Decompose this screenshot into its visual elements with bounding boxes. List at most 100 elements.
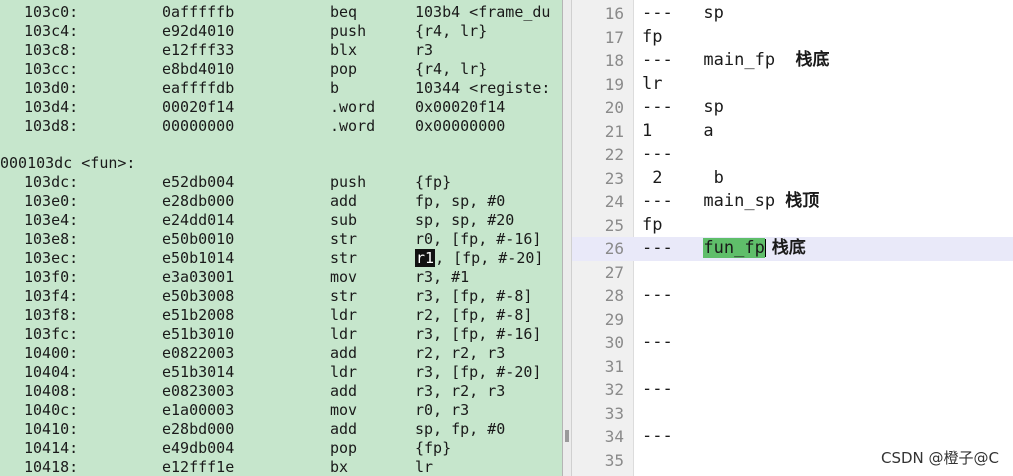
asm-row: 103e8: e50b0010 str r0, [fp, #-16] [0, 230, 562, 249]
asm-hex: e50b1014 [162, 249, 235, 267]
editor-line[interactable]: 29 [572, 308, 1013, 332]
pane-splitter[interactable] [562, 0, 572, 476]
asm-operands: r2, r2, r3 [415, 344, 506, 362]
asm-row: 103c8: e12fff33 blx r3 [0, 41, 562, 60]
asm-hex: e28bd000 [162, 420, 235, 438]
selected-text[interactable]: fun_fp [703, 238, 765, 258]
line-number: 19 [604, 74, 624, 94]
asm-row: 103d0: eaffffdb b 10344 <registe: [0, 79, 562, 98]
editor-line[interactable]: 23 2 b [572, 167, 1013, 191]
line-number: 28 [604, 286, 624, 305]
asm-address: 103c4: [24, 22, 79, 40]
asm-operands: sp, fp, #0 [415, 420, 506, 438]
asm-operands: r3, [fp, #-20] [415, 363, 542, 381]
line-text[interactable]: 1 a [642, 120, 714, 144]
asm-operands: {fp} [415, 173, 452, 191]
asm-row: 10414: e49db004 pop {fp} [0, 439, 562, 458]
asm-hex: e51b2008 [162, 306, 235, 324]
asm-operands: r1, [fp, #-20] [415, 249, 543, 268]
editor-line[interactable]: 18 --- main_fp 栈底 [572, 49, 1013, 73]
editor-line[interactable]: 33 [572, 402, 1013, 426]
asm-operands: 0x00000000 [415, 117, 506, 135]
asm-mnemonic: ldr [330, 363, 358, 381]
asm-hex: e50b0010 [162, 230, 235, 248]
editor-line[interactable]: 20 --- sp [572, 96, 1013, 120]
editor-line[interactable]: 32 --- [572, 378, 1013, 402]
editor-line[interactable]: 21 1 a [572, 120, 1013, 144]
line-text[interactable]: --- sp [642, 96, 724, 120]
asm-hex: e52db004 [162, 173, 235, 191]
editor-line-current[interactable]: 26 --- fun_fp 栈底 [572, 237, 1013, 261]
asm-mnemonic: ldr [330, 306, 358, 324]
editor-line[interactable]: 31 [572, 355, 1013, 379]
editor-line[interactable]: 19 lr [572, 73, 1013, 97]
asm-hex: e92d4010 [162, 22, 235, 40]
asm-mnemonic: b [330, 79, 340, 97]
line-text[interactable]: --- [642, 284, 673, 308]
asm-mnemonic: blx [330, 41, 358, 59]
asm-mnemonic: str [330, 249, 358, 267]
asm-address: 10404: [24, 363, 79, 381]
line-text[interactable]: --- fun_fp 栈底 [642, 237, 806, 261]
asm-mnemonic: sub [330, 211, 358, 229]
asm-hex: e0823003 [162, 382, 235, 400]
editor-line[interactable]: 30 --- [572, 331, 1013, 355]
function-label: 000103dc <fun>: [0, 154, 562, 173]
line-number: 23 [604, 168, 624, 188]
asm-address: 103c0: [24, 3, 79, 21]
asm-row: 103f4: e50b3008 str r3, [fp, #-8] [0, 287, 562, 306]
asm-row: 103c0: 0afffffb beq 103b4 <frame_du [0, 3, 562, 22]
line-text[interactable]: --- sp [642, 2, 724, 26]
asm-row: 103c4: e92d4010 push {r4, lr} [0, 22, 562, 41]
asm-row: 103fc: e51b3010 ldr r3, [fp, #-16] [0, 325, 562, 344]
asm-address: 103e4: [24, 211, 79, 229]
line-text[interactable]: --- [642, 143, 673, 167]
asm-mnemonic: str [330, 230, 358, 248]
asm-mnemonic: add [330, 420, 358, 438]
asm-mnemonic: push [330, 173, 367, 191]
line-text[interactable]: --- [642, 378, 673, 402]
asm-operands: r3, [fp, #-8] [415, 287, 533, 305]
line-text[interactable]: --- main_sp 栈顶 [642, 190, 819, 214]
line-text[interactable]: 2 b [642, 167, 724, 191]
line-text[interactable]: --- [642, 425, 673, 449]
editor-line[interactable]: 17 fp [572, 26, 1013, 50]
editor-line[interactable]: 27 [572, 261, 1013, 285]
line-text[interactable]: --- [642, 331, 673, 355]
editor-line[interactable]: 25 fp [572, 214, 1013, 238]
watermark: CSDN @橙子@C [880, 449, 999, 467]
editor-line[interactable]: 22 --- [572, 143, 1013, 167]
asm-operands: r3, [fp, #-16] [415, 325, 542, 343]
line-number: 34 [604, 427, 624, 446]
asm-address: 10408: [24, 382, 79, 400]
editor-line[interactable]: 34 --- [572, 425, 1013, 449]
asm-row: 10400: e0822003 add r2, r2, r3 [0, 344, 562, 363]
text-editor-pane[interactable]: 16 --- sp 17 fp 18 --- main_fp 栈底 19 lr … [572, 0, 1013, 476]
asm-row: 103dc: e52db004 push {fp} [0, 173, 562, 192]
line-text[interactable]: --- main_fp 栈底 [642, 49, 830, 73]
asm-hex: e0822003 [162, 344, 235, 362]
asm-mnemonic: add [330, 382, 358, 400]
line-number: 27 [604, 262, 624, 282]
splitter-grip[interactable] [565, 430, 569, 442]
asm-hex: 0afffffb [162, 3, 235, 21]
selected-register[interactable]: r1 [415, 249, 436, 267]
asm-hex: e24dd014 [162, 211, 235, 229]
line-text[interactable]: lr [642, 73, 662, 97]
asm-operands: 103b4 <frame_du [415, 3, 551, 21]
editor-line[interactable]: 24 --- main_sp 栈顶 [572, 190, 1013, 214]
editor-line[interactable]: 16 --- sp [572, 2, 1013, 26]
line-text-code: --- main_fp [642, 50, 796, 70]
asm-operands: {r4, lr} [415, 22, 488, 40]
line-text[interactable]: fp [642, 214, 662, 238]
asm-address: 1040c: [24, 401, 79, 419]
line-text[interactable]: fp [642, 26, 662, 50]
asm-address: 103cc: [24, 60, 79, 78]
asm-row: 10410: e28bd000 add sp, fp, #0 [0, 420, 562, 439]
asm-hex: e8bd4010 [162, 60, 235, 78]
asm-row: 10418: e12fff1e bx lr [0, 458, 562, 476]
asm-row: 103d8: 00000000 .word 0x00000000 [0, 117, 562, 136]
editor-line[interactable]: 28 --- [572, 284, 1013, 308]
asm-address: 103f0: [24, 268, 79, 286]
annotation-stack-top: 栈顶 [785, 191, 820, 211]
